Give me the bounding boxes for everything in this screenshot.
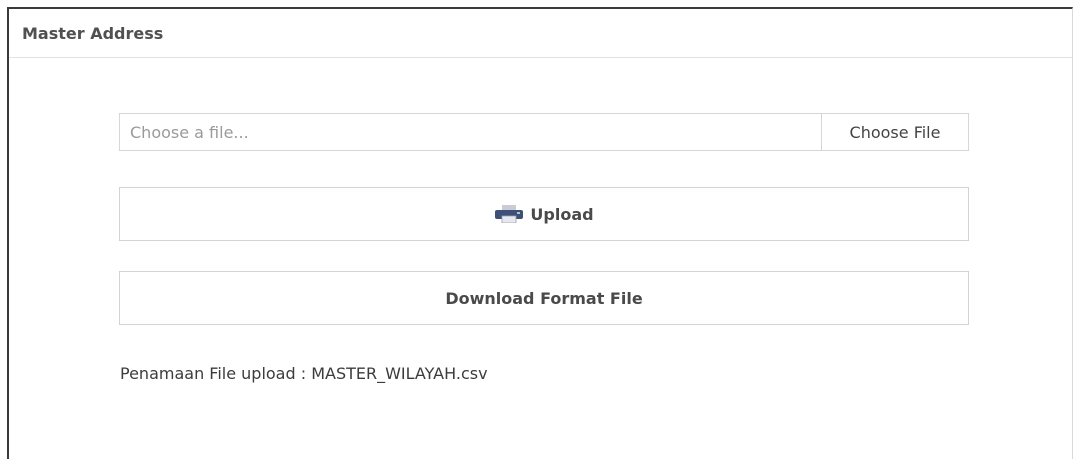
upload-button[interactable]: Upload: [119, 187, 969, 241]
file-naming-note: Penamaan File upload : MASTER_WILAYAH.cs…: [120, 364, 488, 383]
master-address-panel: Master Address Choose File Upload Downlo…: [7, 7, 1073, 459]
page: Master Address Choose File Upload Downlo…: [0, 0, 1083, 459]
file-path-input[interactable]: [120, 114, 821, 150]
panel-header: Master Address: [9, 9, 1072, 58]
upload-button-label: Upload: [530, 204, 594, 224]
choose-file-button[interactable]: Choose File: [821, 114, 968, 150]
printer-icon: [495, 205, 524, 223]
panel-title: Master Address: [22, 24, 164, 43]
download-format-file-label: Download Format File: [445, 288, 643, 308]
download-format-file-button[interactable]: Download Format File: [119, 271, 969, 325]
file-chooser: Choose File: [119, 113, 969, 151]
